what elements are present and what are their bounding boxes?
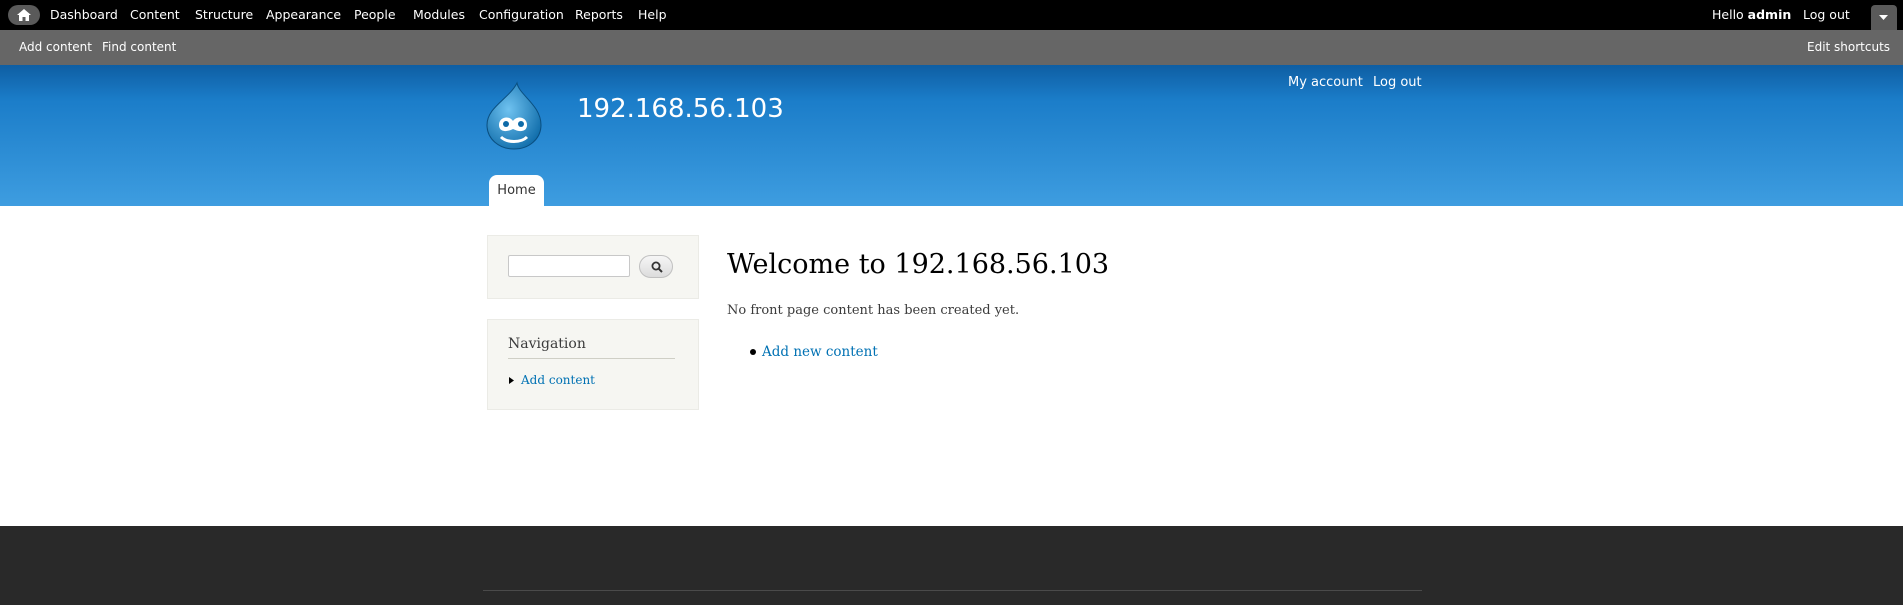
toolbar-menu-modules[interactable]: Modules [413, 8, 465, 22]
shortcuts-drawer-toggle[interactable] [1871, 5, 1897, 30]
shortcut-find-content[interactable]: Find content [102, 40, 176, 54]
divider [508, 358, 675, 359]
header-logout-link[interactable]: Log out [1373, 75, 1422, 91]
add-new-content-link[interactable]: Add new content [762, 343, 878, 361]
home-button[interactable] [8, 5, 40, 25]
drupal-drop-logo[interactable] [483, 81, 545, 151]
footer-divider [483, 590, 1422, 591]
site-header: 192.168.56.103 My account Log out Home [0, 65, 1903, 206]
tab-home[interactable]: Home [489, 175, 544, 206]
user-greeting: Hello admin [1712, 8, 1791, 22]
list-bullet [750, 349, 756, 355]
navigation-add-content-link[interactable]: Add content [521, 372, 595, 388]
toolbar-menu-reports[interactable]: Reports [575, 8, 623, 22]
empty-message: No front page content has been created y… [727, 303, 1020, 318]
caret-right-icon [509, 377, 514, 384]
admin-toolbar: Dashboard Content Structure Appearance P… [0, 0, 1903, 30]
toolbar-menu-help[interactable]: Help [638, 8, 667, 22]
chevron-down-icon [1879, 15, 1888, 20]
toolbar-menu-content[interactable]: Content [130, 8, 180, 22]
toolbar-menu-structure[interactable]: Structure [195, 8, 253, 22]
search-input[interactable] [508, 255, 630, 277]
site-name[interactable]: 192.168.56.103 [577, 94, 784, 124]
search-block [487, 235, 699, 299]
shortcuts-bar: Add content Find content Edit shortcuts [0, 30, 1903, 65]
site-footer [0, 526, 1903, 605]
toolbar-menu-appearance[interactable]: Appearance [266, 8, 341, 22]
shortcut-add-content[interactable]: Add content [19, 40, 92, 54]
toolbar-logout-link[interactable]: Log out [1803, 8, 1850, 22]
toolbar-menu-configuration[interactable]: Configuration [479, 8, 564, 22]
toolbar-menu-people[interactable]: People [354, 8, 396, 22]
page-title: Welcome to 192.168.56.103 [727, 249, 1110, 280]
greeting-label: Hello [1712, 7, 1744, 22]
toolbar-menu-dashboard[interactable]: Dashboard [50, 8, 118, 22]
navigation-block: Navigation Add content [487, 319, 699, 410]
username[interactable]: admin [1748, 7, 1792, 22]
edit-shortcuts-link[interactable]: Edit shortcuts [1807, 40, 1890, 54]
navigation-title: Navigation [508, 336, 586, 352]
search-icon [651, 261, 663, 273]
search-button[interactable] [639, 255, 673, 278]
my-account-link[interactable]: My account [1288, 75, 1363, 91]
home-icon [17, 9, 31, 21]
